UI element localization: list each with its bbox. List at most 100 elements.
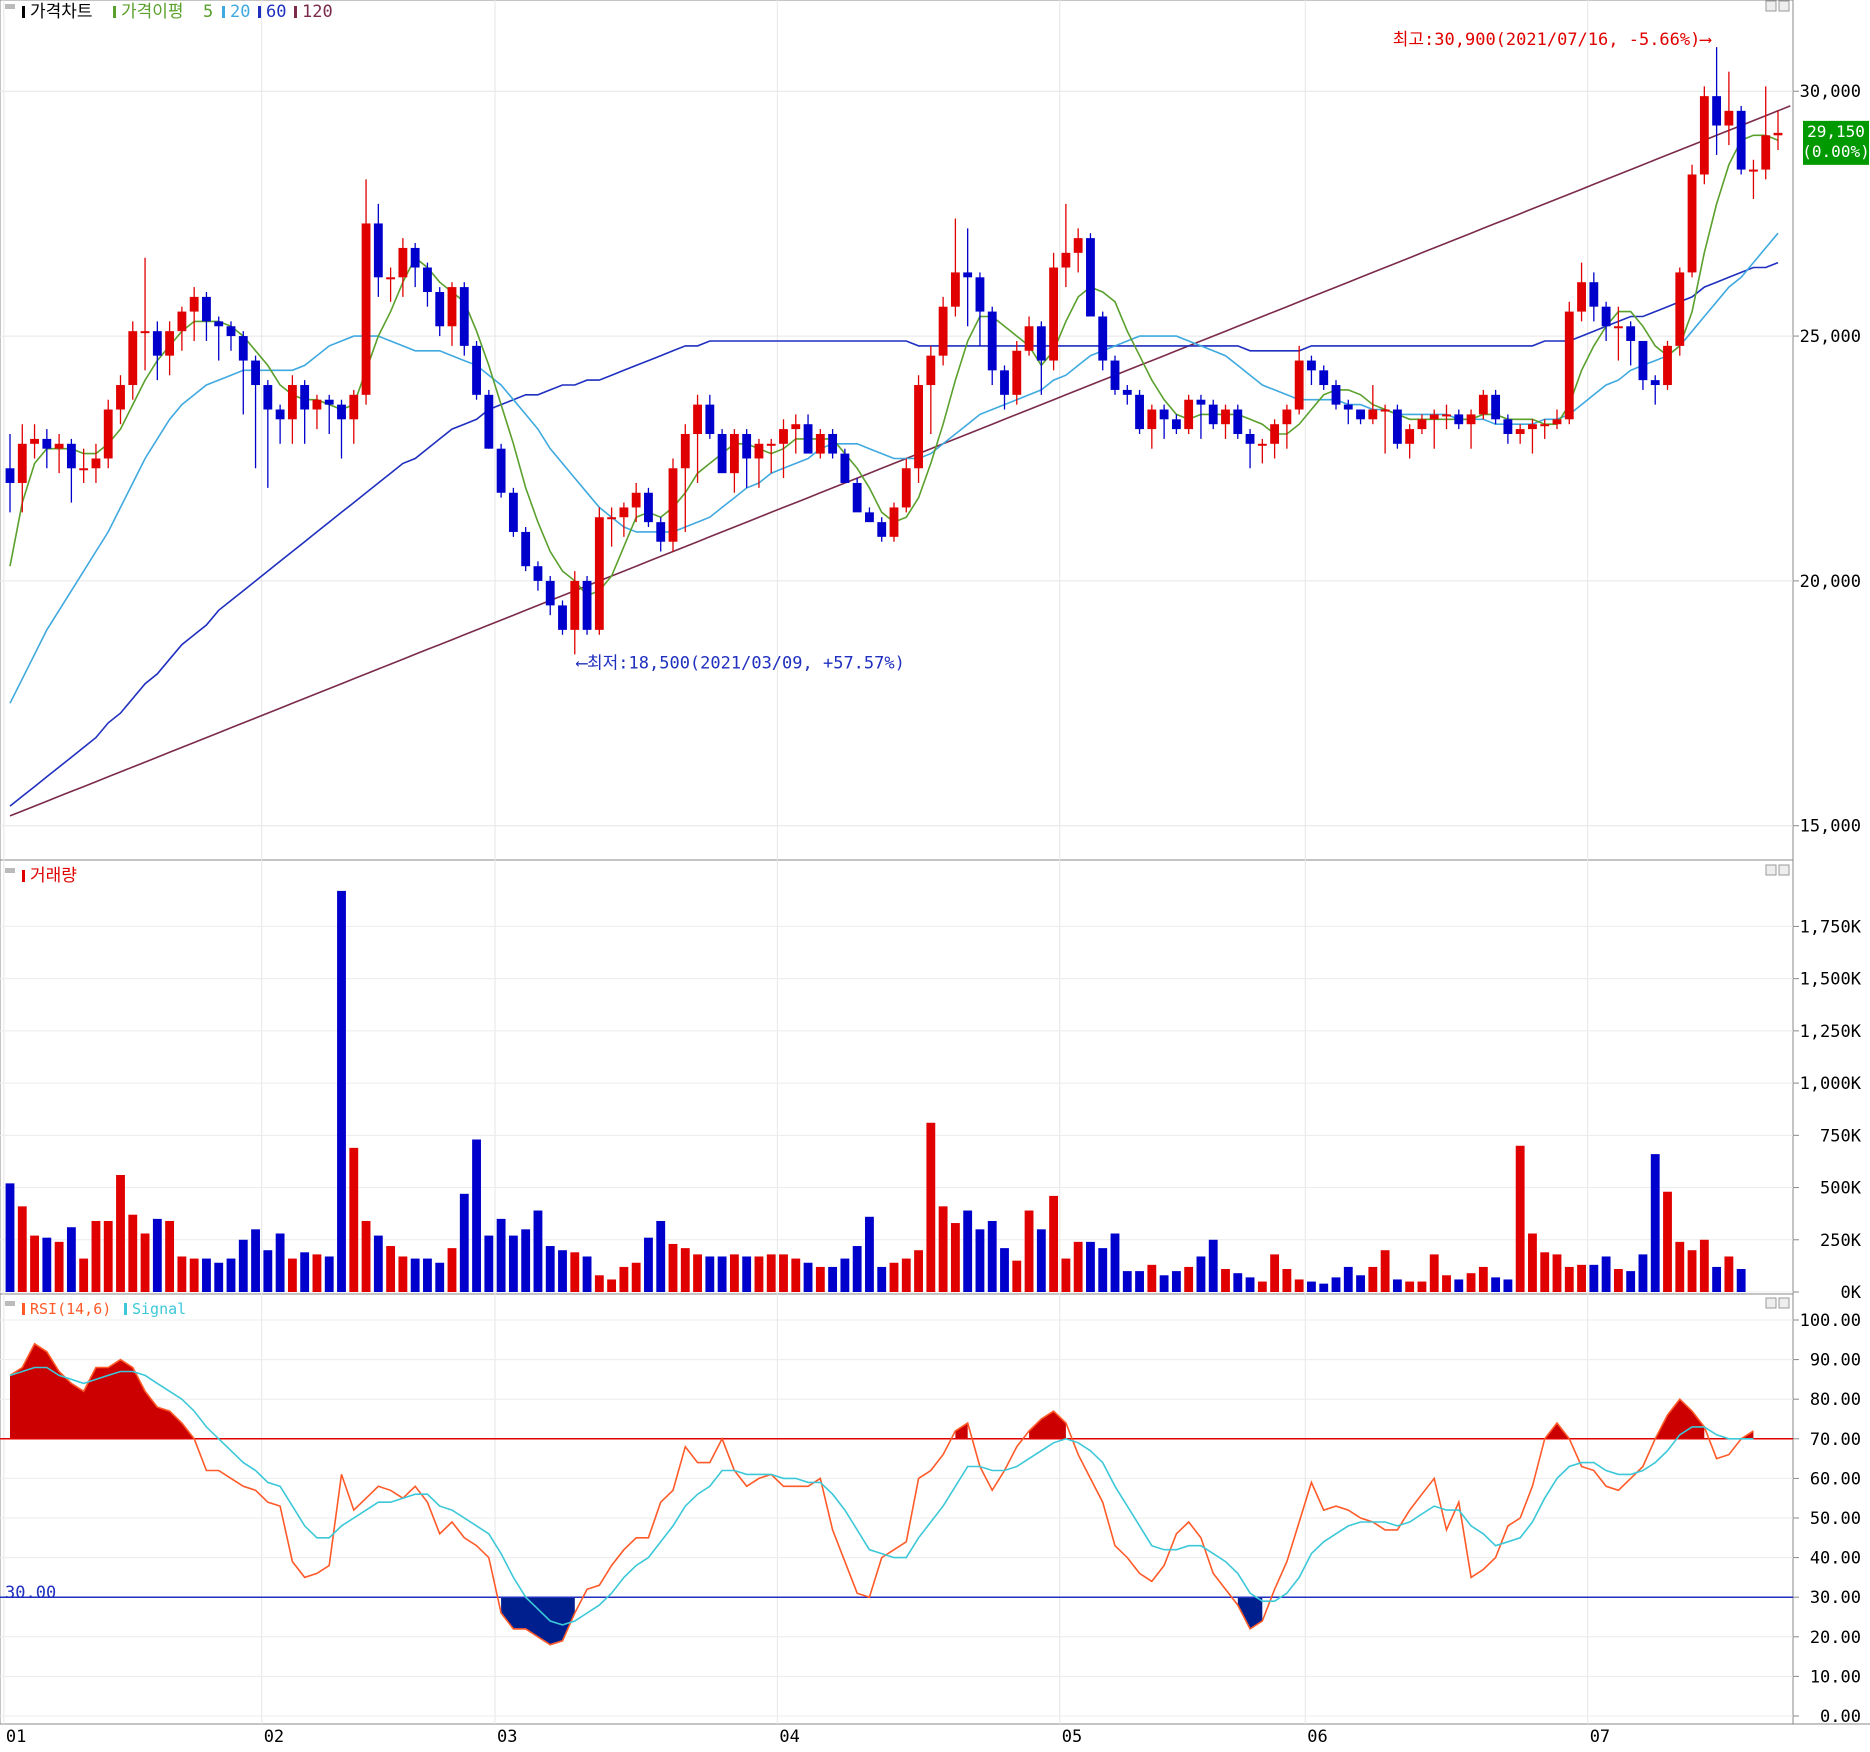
candle-body [165,331,175,356]
volume-bar [1282,1269,1292,1292]
volume-bar [152,1218,162,1292]
candle-body [1442,414,1451,417]
minimize-icon[interactable] [1765,1297,1777,1309]
legend-marker [222,6,225,18]
volume-bar [742,1256,752,1292]
volume-bar [1184,1266,1194,1292]
candle-body [607,517,617,520]
close-icon[interactable] [1778,1297,1790,1309]
volume-bar [410,1258,420,1292]
candle-body [226,326,236,337]
volume-bar [312,1254,322,1292]
volume-bar [189,1258,199,1292]
candle-body [1233,409,1243,434]
volume-bar [1552,1254,1562,1292]
candle-body [1417,419,1427,430]
legend-marker [124,1303,127,1315]
legend-handle-icon[interactable] [5,1301,15,1306]
volume-bar [1663,1191,1672,1292]
candle-body [901,468,911,508]
candle-body [889,507,899,537]
candle-body [754,443,764,459]
candle-body [1319,370,1329,386]
volume-bar [214,1262,224,1292]
volume-bar [1036,1229,1046,1292]
candle-body [1429,414,1439,420]
volume-bar [1270,1254,1280,1292]
volume-bar [508,1235,518,1292]
candle-body [877,522,887,537]
close-icon[interactable] [1778,864,1790,876]
candle-body [963,272,973,278]
candle-body [1196,399,1206,405]
candle-body [1049,267,1059,361]
candle-body [803,424,813,454]
x-tick-label: 06 [1307,1727,1327,1747]
candle-body [558,605,567,630]
candle-body [1110,360,1120,390]
volume-bar [1392,1279,1402,1292]
x-tick-label: 02 [264,1727,284,1747]
volume-bar [251,1229,260,1292]
candle-body [1147,409,1157,430]
legend-marker [258,6,261,18]
rsi-tick-label: 10.00 [1810,1667,1861,1687]
minimize-icon[interactable] [1765,864,1777,876]
candle-body [521,531,531,567]
rsi-tick-label: 40.00 [1810,1549,1861,1569]
candle-body [177,311,187,332]
candle-body [1086,238,1095,317]
candle-body [42,438,52,449]
ma60-label: 60 [266,2,286,22]
candle-body [987,311,997,371]
volume-bar [1159,1275,1169,1292]
candle-body [1699,96,1709,175]
close-icon[interactable] [1778,0,1790,12]
rsi-tick-label: 30.00 [1810,1588,1861,1608]
candle-body [1282,409,1292,425]
volume-bar [1491,1277,1501,1292]
volume-bar [496,1218,506,1292]
volume-bar [1135,1271,1144,1292]
volume-bar [226,1258,236,1292]
legend-handle-icon[interactable] [5,868,15,873]
volume-bar [337,890,346,1292]
volume-bar [1626,1271,1636,1292]
candle-body [766,443,776,446]
volume-bar [42,1237,52,1292]
volume-bar [1687,1250,1697,1292]
volume-bar [865,1216,874,1292]
legend-handle-icon[interactable] [5,4,15,9]
candle-body [251,360,260,386]
candle-body [1405,429,1415,444]
candle-body [312,399,322,410]
volume-bar [754,1256,764,1292]
candle-body [840,453,850,483]
candle-body [1515,429,1525,434]
volume-bar [1086,1241,1095,1292]
volume-tick-label: 1,000K [1800,1074,1862,1094]
stock-chart: 01 02 03 04 05 06 07 30,000 25,000 20,000 15,000 1,… [0,0,1870,1748]
volume-bar [128,1214,138,1292]
volume-bar [1110,1233,1120,1292]
volume-bar [779,1254,788,1292]
volume-bar [54,1241,64,1292]
candle-body [496,448,506,493]
candle-body [729,434,739,474]
volume-bar [1442,1275,1451,1292]
volume-bar [926,1122,936,1292]
volume-bar [1343,1266,1353,1292]
candle-body [1159,409,1169,420]
minimize-icon[interactable] [1765,0,1777,12]
volume-bar [447,1248,457,1292]
volume-bar [975,1229,985,1292]
rsi-tick-label: 50.00 [1810,1509,1861,1529]
price-legend: 가격차트 가격이평 5 20 60 120 [5,2,333,22]
candle-body [324,399,334,405]
volume-bar [1601,1256,1611,1292]
candle-body [263,385,273,410]
volume-bar [165,1220,175,1292]
candle-body [1368,409,1378,420]
candle-body [644,492,653,523]
volume-bar [5,1183,15,1292]
